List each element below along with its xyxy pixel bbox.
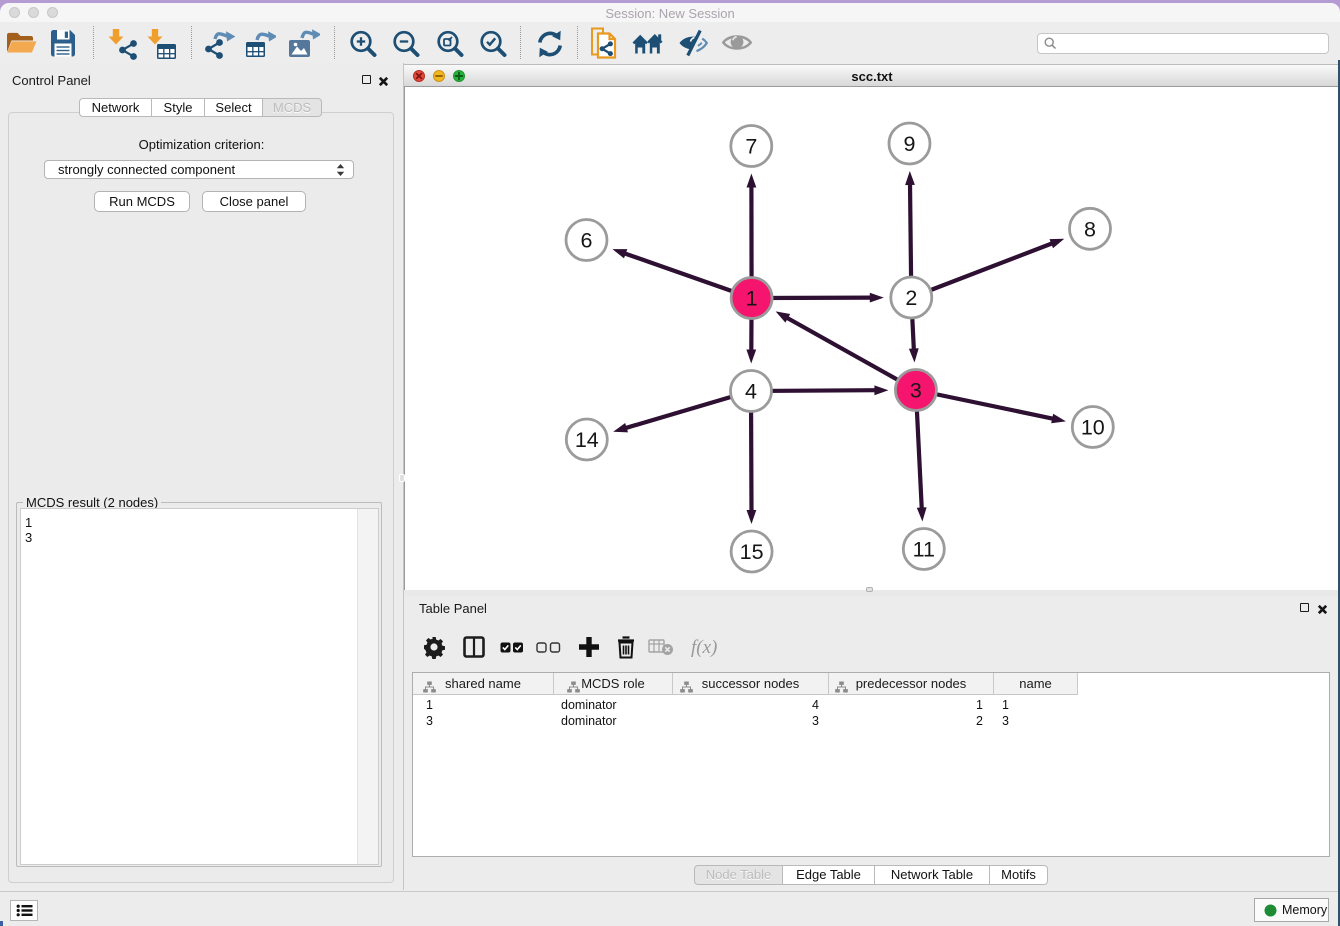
svg-text:2: 2: [905, 286, 917, 310]
svg-text:10: 10: [1081, 416, 1105, 440]
svg-text:7: 7: [745, 135, 757, 159]
svg-text:8: 8: [1084, 218, 1096, 242]
svg-text:9: 9: [904, 132, 916, 156]
svg-text:3: 3: [910, 379, 922, 403]
svg-text:15: 15: [740, 540, 764, 564]
svg-text:14: 14: [575, 428, 599, 452]
svg-text:11: 11: [913, 538, 935, 562]
svg-text:6: 6: [581, 229, 593, 253]
svg-text:1: 1: [746, 287, 758, 311]
svg-text:4: 4: [745, 380, 757, 404]
